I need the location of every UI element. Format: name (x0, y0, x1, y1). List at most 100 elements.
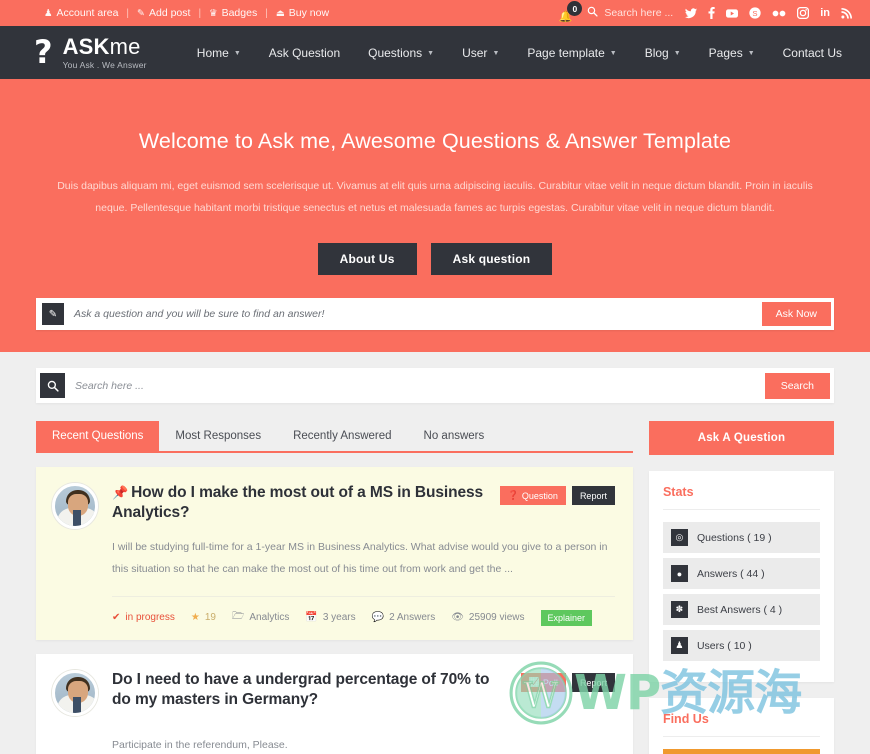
tab-no-answers[interactable]: No answers (408, 421, 501, 451)
stat-item-questions[interactable]: ◎ Questions ( 19 ) (662, 522, 820, 553)
pencil-icon: ✎ (137, 7, 145, 19)
trophy-icon: ♛ (209, 7, 218, 19)
nav-item-ask-question[interactable]: Ask Question (255, 46, 354, 60)
topbar-search[interactable]: Search here ... (587, 6, 673, 20)
question-title[interactable]: 📌 How do I make the most out of a MS in B… (112, 483, 490, 523)
topbar-right: 🔔 0 Search here ... S in (553, 0, 856, 26)
eye-icon: 👁 (451, 612, 464, 624)
topbar-link-badges[interactable]: ♛ Badges (209, 7, 257, 19)
question-badges: ❓ Question Report (499, 483, 615, 505)
question-filter-tabs: Recent Questions Most Responses Recently… (36, 421, 633, 453)
topbar-link-label: Badges (221, 7, 258, 19)
site-tagline: You Ask . We Answer (62, 59, 147, 70)
site-logo[interactable]: ? ASKme You Ask . We Answer (34, 35, 147, 69)
question-badges: 📈 Poll Report (520, 670, 615, 693)
stat-item-users[interactable]: ♟ Users ( 10 ) (662, 630, 820, 661)
tag-explainer[interactable]: Explainer (540, 609, 593, 626)
meta-category[interactable]: 🗁 Analytics (232, 609, 289, 626)
meta-age: 📅 3 years (305, 612, 355, 623)
question-card[interactable]: Do I need to have a undergrad percentage… (36, 654, 633, 754)
badge-poll[interactable]: 📈 Poll (520, 673, 566, 693)
avatar (52, 483, 98, 529)
utility-topbar: ♟ Account area | ✎ Add post | ♛ Badges |… (0, 0, 870, 26)
check-icon: ✔ (112, 612, 121, 624)
badge-report[interactable]: Report (571, 673, 615, 693)
user-icon: ♟ (44, 7, 53, 19)
ask-now-button[interactable]: Ask Now (761, 302, 831, 326)
meta-answers: 💬 2 Answers (372, 612, 436, 623)
about-us-button[interactable]: About Us (317, 243, 417, 276)
stat-label: Users ( 10 ) (696, 639, 752, 652)
ask-question-bar[interactable]: ✎ Ask a question and you will be sure to… (36, 298, 834, 330)
cart-icon: ⏏ (275, 7, 285, 19)
rss-icon[interactable] (841, 7, 852, 19)
site-title-light: me (109, 34, 141, 60)
stat-label: Answers ( 44 ) (696, 567, 765, 580)
questions-column: Recent Questions Most Responses Recently… (36, 421, 633, 754)
meta-category-label: Analytics (249, 612, 290, 624)
question-title[interactable]: Do I need to have a undergrad percentage… (112, 670, 511, 710)
nav-label: Ask Question (268, 45, 341, 60)
nav-item-page-template[interactable]: Page template ▼ (513, 46, 630, 60)
ask-question-button[interactable]: Ask question (430, 243, 553, 276)
hero-actions: About Us Ask question (0, 243, 870, 276)
question-excerpt: I will be studying full-time for a 1-yea… (112, 541, 608, 575)
nav-item-home[interactable]: Home ▼ (183, 46, 255, 60)
badge-report[interactable]: Report (571, 486, 615, 505)
tab-most-responses[interactable]: Most Responses (159, 421, 277, 451)
topbar-link-label: Account area (56, 7, 119, 19)
question-mark-logo-icon: ? (34, 32, 53, 71)
facebook-icon[interactable] (708, 7, 715, 19)
nav-item-pages[interactable]: Pages ▼ (695, 46, 769, 60)
instagram-icon[interactable] (797, 7, 810, 19)
youtube-icon[interactable] (726, 8, 739, 19)
question-header: Do I need to have a undergrad percentage… (112, 670, 615, 710)
chart-icon: 📈 (528, 677, 540, 688)
question-body: Do I need to have a undergrad percentage… (112, 670, 615, 754)
rss-subscribe-box[interactable]: Subscribe To RSS Feed (662, 749, 820, 754)
twitter-icon[interactable] (685, 7, 698, 19)
meta-age-label: 3 years (322, 612, 356, 624)
nav-item-questions[interactable]: Questions ▼ (354, 46, 448, 60)
topbar-link-add-post[interactable]: ✎ Add post (137, 7, 190, 19)
topbar-search-placeholder: Search here ... (604, 7, 674, 19)
hero-title: Welcome to Ask me, Awesome Questions & A… (138, 129, 732, 153)
question-header: 📌 How do I make the most out of a MS in B… (112, 483, 615, 523)
nav-label: Home (196, 45, 229, 60)
badge-question[interactable]: ❓ Question (499, 486, 566, 505)
question-card[interactable]: 📌 How do I make the most out of a MS in B… (36, 467, 633, 641)
search-icon (587, 6, 598, 20)
search-input[interactable]: Search here ... (75, 380, 144, 392)
folder-icon: 🗁 (231, 611, 245, 623)
skype-icon[interactable]: S (749, 7, 761, 19)
nav-item-contact-us[interactable]: Contact Us (769, 46, 856, 60)
tab-recently-answered[interactable]: Recently Answered (277, 421, 407, 451)
chevron-down-icon: ▼ (233, 50, 241, 57)
flickr-icon[interactable] (772, 10, 786, 17)
notifications-button[interactable]: 🔔 0 (553, 0, 583, 26)
user-icon: ♟ (670, 637, 688, 654)
ask-a-question-button[interactable]: Ask A Question (648, 421, 834, 455)
separator: | (198, 7, 202, 19)
page-content: Recent Questions Most Responses Recently… (0, 403, 870, 754)
divider (662, 736, 820, 737)
linkedin-icon[interactable]: in (820, 7, 830, 19)
meta-votes-value: 19 (204, 612, 216, 624)
search-bar[interactable]: Search here ... Search (36, 368, 834, 403)
hero-description: Duis dapibus aliquam mi, eget euismod se… (57, 180, 813, 214)
search-button[interactable]: Search (764, 372, 830, 399)
nav-item-user[interactable]: User ▼ (448, 46, 513, 60)
topbar-link-buy-now[interactable]: ⏏ Buy now (276, 7, 329, 19)
star-badge-icon: ✽ (670, 601, 688, 618)
primary-navigation: Home ▼ Ask Question Questions ▼ User ▼ P… (183, 46, 856, 60)
chevron-down-icon: ▼ (492, 50, 500, 57)
chevron-down-icon: ▼ (609, 50, 617, 57)
question-title-text: How do I make the most out of a MS in Bu… (112, 484, 484, 522)
tab-recent-questions[interactable]: Recent Questions (36, 421, 160, 451)
stat-item-answers[interactable]: ● Answers ( 44 ) (662, 558, 820, 589)
nav-item-blog[interactable]: Blog ▼ (631, 46, 695, 60)
topbar-link-account[interactable]: ♟ Account area (44, 7, 118, 19)
stat-label: Questions ( 19 ) (696, 531, 772, 544)
chevron-down-icon: ▼ (673, 50, 681, 57)
stat-item-best-answers[interactable]: ✽ Best Answers ( 4 ) (662, 594, 820, 625)
